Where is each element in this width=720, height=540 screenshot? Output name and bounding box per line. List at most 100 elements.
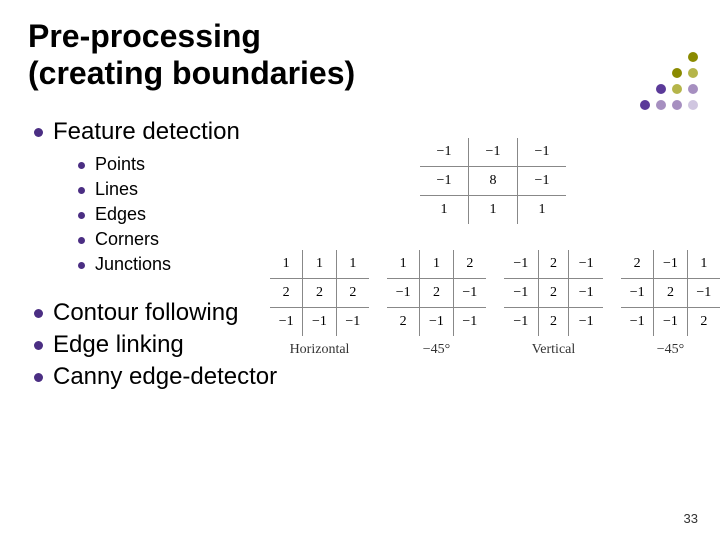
bullet-icon (78, 162, 85, 169)
cell: −1 (518, 167, 567, 196)
bullet-text: Lines (95, 179, 138, 200)
cell: −1 (469, 138, 518, 167)
decorative-dots (624, 52, 700, 112)
cell: 2 (538, 279, 569, 308)
deco-dot (672, 68, 682, 78)
cell: 2 (687, 308, 720, 337)
kernel-row: 1 1 1 2 2 2 −1 −1 −1 Horizontal (270, 250, 720, 358)
deco-dot (640, 52, 650, 62)
cell: 1 (420, 196, 469, 225)
bullet-icon (78, 212, 85, 219)
cell: −1 (504, 279, 538, 308)
deco-dot (624, 68, 634, 78)
cell: −1 (569, 308, 603, 337)
cell: 2 (538, 250, 569, 279)
cell: −1 (518, 138, 567, 167)
kernel-point: −1 −1 −1 −1 8 −1 1 1 1 (420, 138, 566, 224)
deco-dot (656, 52, 666, 62)
bullet-icon (34, 341, 43, 350)
bullet-text: Canny edge-detector (53, 363, 277, 391)
cell: 1 (687, 250, 720, 279)
deco-dot (640, 84, 650, 94)
kernel-table: 1 1 2 −1 2 −1 2 −1 −1 (387, 250, 486, 336)
bullet-text: Edge linking (53, 331, 184, 359)
cell: 2 (621, 250, 654, 279)
deco-dot (656, 100, 666, 110)
cell: −1 (621, 279, 654, 308)
bullet-icon (34, 128, 43, 137)
cell: 1 (270, 250, 303, 279)
kernel-label: −45° (621, 342, 720, 358)
deco-dot (688, 68, 698, 78)
cell: −1 (420, 308, 453, 337)
slide: Pre-processing (creating boundaries) Fea… (0, 0, 720, 540)
deco-dot (672, 84, 682, 94)
bullet-canny: Canny edge-detector (34, 363, 692, 391)
deco-dot (688, 84, 698, 94)
bullet-icon (78, 187, 85, 194)
cell: −1 (420, 167, 469, 196)
cell: −1 (453, 308, 486, 337)
bullet-text: Corners (95, 229, 159, 250)
bullet-icon (78, 262, 85, 269)
deco-dot (688, 100, 698, 110)
deco-dot (624, 84, 634, 94)
kernel-label: Horizontal (270, 342, 369, 358)
bullet-icon (78, 237, 85, 244)
bullet-lines: Lines (78, 179, 692, 200)
bullet-text: Junctions (95, 254, 171, 275)
cell: 2 (270, 279, 303, 308)
cell: 2 (538, 308, 569, 337)
kernel-label: −45° (387, 342, 486, 358)
bullet-icon (34, 373, 43, 382)
kernel-label: Vertical (504, 342, 603, 358)
cell: −1 (687, 279, 720, 308)
kernel-table: −1 2 −1 −1 2 −1 −1 2 −1 (504, 250, 603, 336)
cell: 1 (303, 250, 336, 279)
bullet-corners: Corners (78, 229, 692, 250)
cell: 2 (336, 279, 369, 308)
page-number: 33 (684, 511, 698, 526)
cell: 1 (518, 196, 567, 225)
deco-dot (624, 52, 634, 62)
cell: −1 (270, 308, 303, 337)
cell: 2 (420, 279, 453, 308)
cell: 2 (453, 250, 486, 279)
cell: −1 (504, 250, 538, 279)
kernel-horizontal: 1 1 1 2 2 2 −1 −1 −1 Horizontal (270, 250, 369, 358)
deco-dot (656, 68, 666, 78)
deco-dot (672, 52, 682, 62)
cell: 2 (387, 308, 420, 337)
cell: −1 (303, 308, 336, 337)
title-line-2: (creating boundaries) (28, 55, 355, 91)
kernel-vertical: −1 2 −1 −1 2 −1 −1 2 −1 Vertical (504, 250, 603, 358)
bullet-text: Edges (95, 204, 146, 225)
cell: −1 (569, 279, 603, 308)
kernel-table: −1 −1 −1 −1 8 −1 1 1 1 (420, 138, 566, 224)
slide-title: Pre-processing (creating boundaries) (28, 18, 692, 92)
cell: −1 (569, 250, 603, 279)
kernel-table: 2 −1 1 −1 2 −1 −1 −1 2 (621, 250, 720, 336)
bullet-feature-detection: Feature detection (34, 118, 692, 146)
cell: 8 (469, 167, 518, 196)
deco-dot (640, 68, 650, 78)
bullet-edges: Edges (78, 204, 692, 225)
cell: 1 (469, 196, 518, 225)
deco-dot (656, 84, 666, 94)
cell: −1 (420, 138, 469, 167)
cell: −1 (504, 308, 538, 337)
bullet-text: Points (95, 154, 145, 175)
bullet-points: Points (78, 154, 692, 175)
cell: −1 (336, 308, 369, 337)
deco-dot (640, 100, 650, 110)
title-line-1: Pre-processing (28, 18, 261, 54)
cell: −1 (621, 308, 654, 337)
deco-dot (688, 52, 698, 62)
deco-dot (624, 100, 634, 110)
cell: 2 (654, 279, 687, 308)
cell: −1 (654, 250, 687, 279)
cell: −1 (654, 308, 687, 337)
bullet-text: Contour following (53, 299, 238, 327)
bullet-text: Feature detection (53, 118, 240, 146)
cell: 1 (420, 250, 453, 279)
